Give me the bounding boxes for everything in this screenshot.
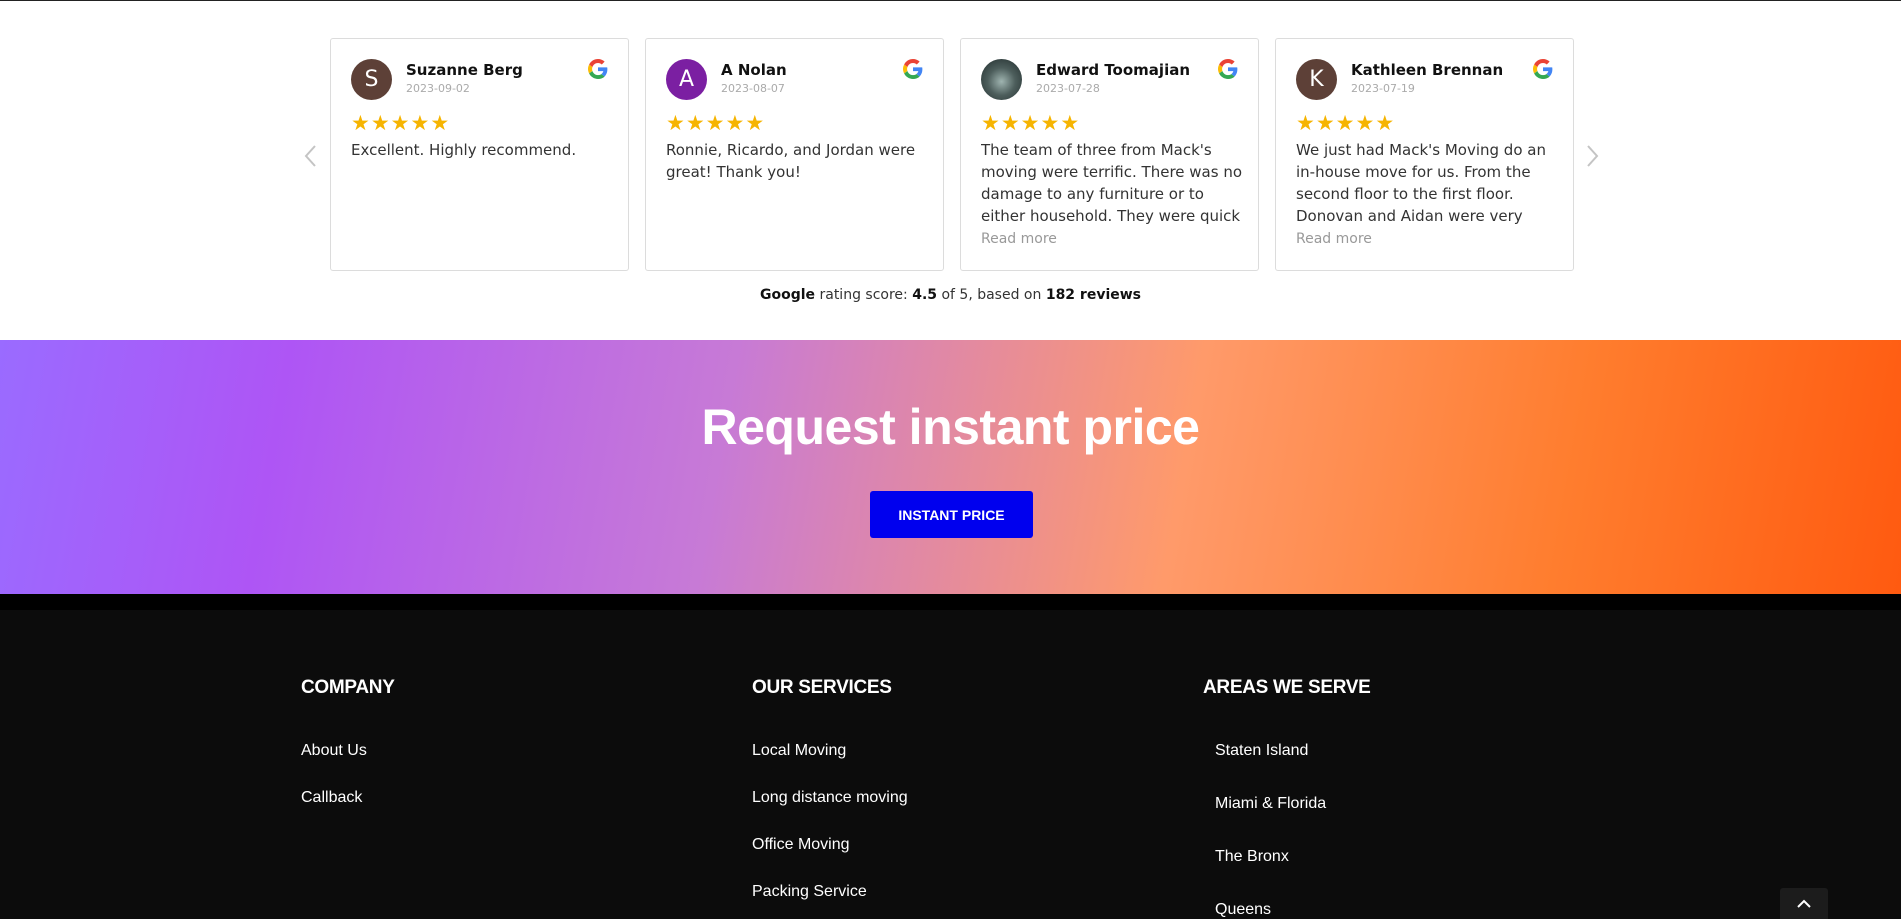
star-icon: ★ [430, 111, 450, 135]
star-icon: ★ [1020, 111, 1040, 135]
rating-of: of 5, based on [941, 287, 1042, 303]
footer-link-miami-florida[interactable]: Miami & Florida [1215, 795, 1326, 813]
reviews-section: S Suzanne Berg 2023-09-02 ★ ★ ★ ★ ★ Excellen… [0, 1, 1901, 340]
star-icon: ★ [666, 111, 685, 135]
star-icon: ★ [1040, 111, 1060, 135]
reviewer-name: Kathleen Brennan [1351, 61, 1504, 79]
review-text: We just had Mack's Moving do an in-house… [1296, 141, 1546, 225]
cta-title: Request instant price [701, 399, 1200, 455]
star-icon: ★ [725, 111, 745, 135]
footer-link-about-us[interactable]: About Us [301, 742, 367, 760]
footer-top-band [0, 594, 1901, 610]
star-icon: ★ [981, 111, 1000, 135]
footer-link-callback[interactable]: Callback [301, 789, 362, 807]
carousel-next-button[interactable] [1582, 141, 1602, 171]
star-icon: ★ [390, 111, 410, 135]
review-text: The team of three from Mack's moving wer… [981, 141, 1242, 225]
star-icon: ★ [1000, 111, 1020, 135]
scroll-to-top-button[interactable] [1780, 888, 1828, 919]
avatar: S [351, 59, 392, 100]
review-card: Edward Toomajian 2023-07-28 ★ ★ ★ ★ ★ The te… [960, 38, 1259, 271]
star-icon: ★ [1355, 111, 1375, 135]
avatar: K [1296, 59, 1337, 100]
footer-link-long-distance[interactable]: Long distance moving [752, 789, 908, 807]
star-rating: ★ ★ ★ ★ ★ [981, 112, 1079, 134]
footer-link-queens[interactable]: Queens [1215, 901, 1271, 919]
footer-heading: COMPANY [301, 677, 395, 698]
footer-link-office-moving[interactable]: Office Moving [752, 836, 850, 854]
footer-link-packing-service[interactable]: Packing Service [752, 883, 867, 901]
instant-price-button[interactable]: INSTANT PRICE [870, 491, 1033, 538]
footer-heading: OUR SERVICES [752, 677, 892, 698]
footer-link-staten-island[interactable]: Staten Island [1215, 742, 1308, 760]
footer-heading: AREAS WE SERVE [1203, 677, 1371, 698]
reviewer-name: Edward Toomajian [1036, 61, 1191, 79]
read-more-link[interactable]: Read more [981, 231, 1057, 247]
google-g-icon [588, 59, 608, 79]
rating-prefix: rating score: [819, 287, 908, 303]
star-icon: ★ [745, 111, 765, 135]
rating-score: 4.5 [912, 287, 938, 303]
star-icon: ★ [351, 111, 370, 135]
google-g-icon [1218, 59, 1238, 79]
review-date: 2023-08-07 [721, 82, 785, 95]
reviewer-name: A Nolan [721, 61, 787, 79]
review-date: 2023-07-28 [1036, 82, 1100, 95]
carousel-prev-button[interactable] [301, 141, 321, 171]
avatar: A [666, 59, 707, 100]
rating-brand: Google [759, 287, 816, 303]
review-text: Ronnie, Ricardo, and Jordan were great! … [666, 141, 916, 181]
read-more-link[interactable]: Read more [1296, 231, 1372, 247]
review-card: S Suzanne Berg 2023-09-02 ★ ★ ★ ★ ★ Excellen… [330, 38, 629, 271]
star-icon: ★ [370, 111, 390, 135]
footer-link-the-bronx[interactable]: The Bronx [1215, 848, 1289, 866]
star-icon: ★ [685, 111, 705, 135]
chevron-right-icon [1587, 145, 1599, 167]
google-g-icon [903, 59, 923, 79]
reviewer-name: Suzanne Berg [406, 61, 523, 79]
avatar [981, 59, 1022, 100]
star-icon: ★ [1375, 111, 1395, 135]
star-icon: ★ [705, 111, 725, 135]
instant-price-banner: Request instant price INSTANT PRICE [0, 340, 1901, 594]
star-rating: ★ ★ ★ ★ ★ [1296, 112, 1394, 134]
footer-link-local-moving[interactable]: Local Moving [752, 742, 846, 760]
chevron-left-icon [304, 145, 316, 167]
star-icon: ★ [1296, 111, 1315, 135]
star-icon: ★ [1335, 111, 1355, 135]
footer: COMPANY About Us Callback OUR SERVICES L… [0, 610, 1901, 919]
star-icon: ★ [1315, 111, 1335, 135]
review-date: 2023-07-19 [1351, 82, 1415, 95]
star-rating: ★ ★ ★ ★ ★ [351, 112, 449, 134]
star-rating: ★ ★ ★ ★ ★ [666, 112, 764, 134]
star-icon: ★ [1060, 111, 1080, 135]
google-g-icon [1533, 59, 1553, 79]
review-date: 2023-09-02 [406, 82, 470, 95]
review-card: K Kathleen Brennan 2023-07-19 ★ ★ ★ ★ ★ We j… [1275, 38, 1574, 271]
review-text: Excellent. Highly recommend. [351, 141, 577, 159]
chevron-up-icon [1797, 899, 1811, 908]
rating-summary: Google rating score: 4.5 of 5, based on … [0, 287, 1901, 303]
review-count: 182 reviews [1045, 287, 1142, 303]
review-card: A A Nolan 2023-08-07 ★ ★ ★ ★ ★ Ronnie, Ricar… [645, 38, 944, 271]
star-icon: ★ [410, 111, 430, 135]
